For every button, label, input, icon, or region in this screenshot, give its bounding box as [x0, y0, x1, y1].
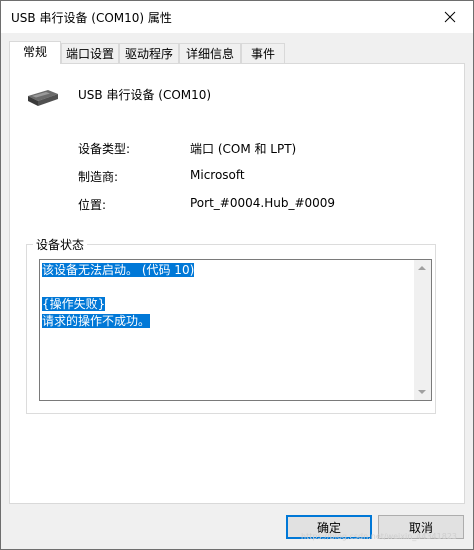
- tab-strip: 常规 端口设置 驱动程序 详细信息 事件: [9, 41, 467, 64]
- scroll-up-icon[interactable]: [418, 266, 426, 270]
- tab-general[interactable]: 常规: [9, 41, 61, 64]
- device-type-label: 设备类型:: [78, 142, 131, 156]
- tab-label: 端口设置: [65, 47, 114, 61]
- watermark: https://blog.csdn.net/weixin_44341823: [301, 532, 458, 541]
- manufacturer-value: Microsoft: [190, 168, 245, 182]
- tab-port-settings[interactable]: 端口设置: [61, 43, 119, 63]
- status-line: 该设备无法启动。 (代码 10): [42, 263, 195, 277]
- status-line: {操作失败}: [42, 297, 106, 311]
- tab-events[interactable]: 事件: [241, 43, 285, 63]
- properties-dialog: USB 串行设备 (COM10) 属性 常规 端口设置 驱动程序 详细信息 事件: [0, 0, 474, 550]
- device-type-value: 端口 (COM 和 LPT): [190, 142, 297, 156]
- status-line: 请求的操作不成功。: [42, 314, 151, 328]
- vertical-scrollbar[interactable]: [414, 260, 431, 400]
- device-status-text: 该设备无法启动。 (代码 10) {操作失败} 请求的操作不成功。: [42, 262, 412, 330]
- location-label: 位置:: [78, 198, 107, 212]
- usb-serial-device-icon: [28, 90, 58, 106]
- scroll-down-icon[interactable]: [418, 390, 426, 394]
- window-title: USB 串行设备 (COM10) 属性: [11, 11, 172, 25]
- tab-label: 常规: [22, 45, 47, 59]
- close-button[interactable]: [427, 1, 473, 33]
- tab-driver[interactable]: 驱动程序: [119, 43, 179, 63]
- location-value: Port_#0004.Hub_#0009: [190, 196, 336, 210]
- device-status-title: 设备状态: [33, 236, 88, 253]
- tab-details[interactable]: 详细信息: [179, 43, 241, 63]
- device-status-textbox[interactable]: 该设备无法启动。 (代码 10) {操作失败} 请求的操作不成功。: [39, 259, 432, 401]
- close-icon: [444, 11, 456, 23]
- device-name: USB 串行设备 (COM10): [78, 88, 212, 102]
- tab-label: 详细信息: [185, 47, 234, 61]
- device-status-group: 设备状态 该设备无法启动。 (代码 10) {操作失败} 请求的操作不成功。: [26, 236, 436, 414]
- title-bar: USB 串行设备 (COM10) 属性: [1, 1, 473, 33]
- tab-label: 事件: [250, 47, 275, 61]
- tab-label: 驱动程序: [124, 47, 173, 61]
- general-tab-panel: USB 串行设备 (COM10) 设备类型: 端口 (COM 和 LPT) 制造…: [9, 63, 465, 504]
- manufacturer-label: 制造商:: [78, 170, 119, 184]
